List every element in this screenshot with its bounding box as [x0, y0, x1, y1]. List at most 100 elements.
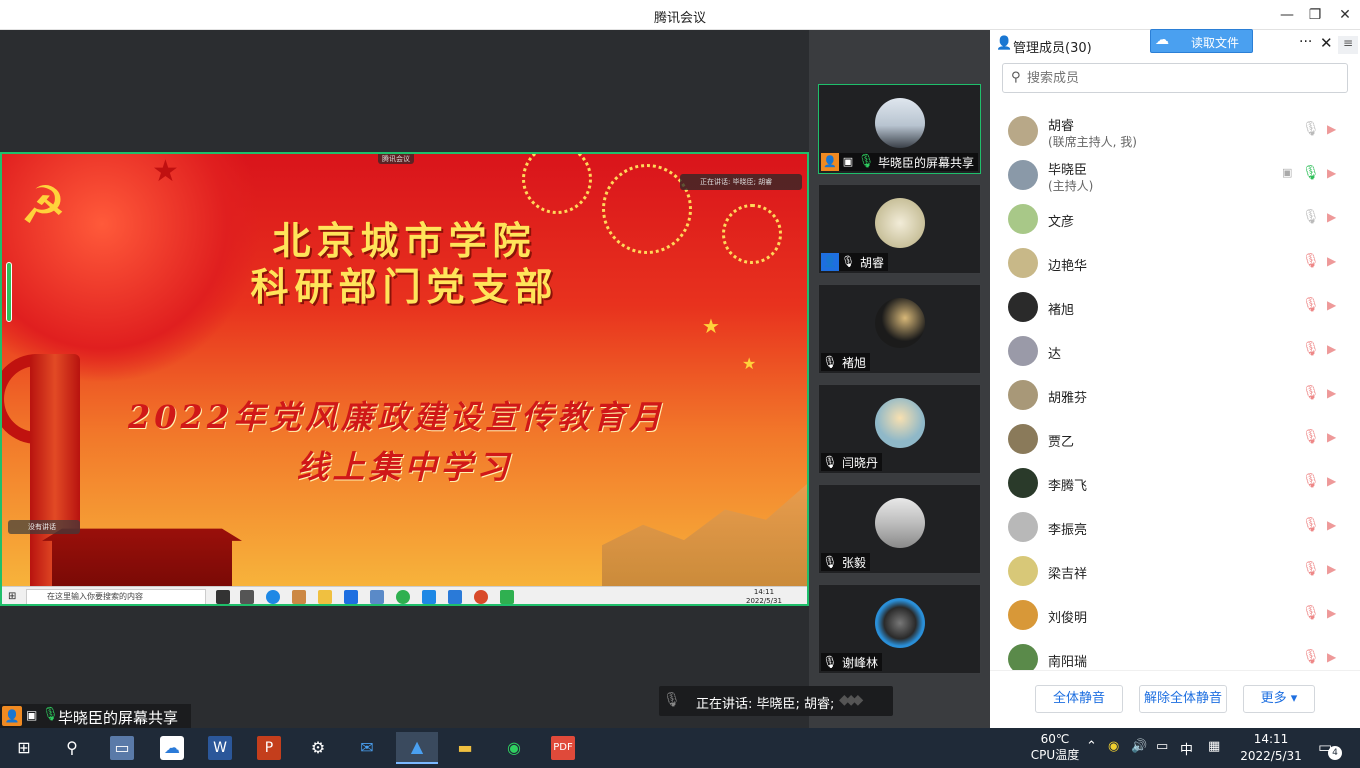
- avatar: [1008, 512, 1038, 542]
- close-button[interactable]: ✕: [1334, 4, 1356, 26]
- member-row[interactable]: 褚旭 🎙 ▶: [990, 286, 1360, 330]
- maximize-button[interactable]: ❐: [1304, 4, 1326, 26]
- member-row[interactable]: 贾乙 🎙 ▶: [990, 418, 1360, 462]
- microphone-muted-icon[interactable]: 🎙: [1302, 429, 1320, 445]
- search-icon[interactable]: ⚲: [60, 736, 84, 760]
- keyboard-icon[interactable]: ▦: [1208, 739, 1220, 754]
- close-panel-button[interactable]: ✕: [1320, 34, 1333, 52]
- microphone-muted-icon[interactable]: 🎙: [1302, 561, 1320, 577]
- app-tray-icon[interactable]: ◉: [1108, 739, 1119, 754]
- powerpoint-icon: [474, 590, 488, 604]
- microphone-muted-icon[interactable]: 🎙: [1302, 605, 1320, 621]
- read-file-button[interactable]: ☁ 读取文件: [1150, 29, 1253, 53]
- microphone-icon[interactable]: 🎙: [1302, 209, 1320, 225]
- microphone-muted-icon[interactable]: 🎙: [1302, 297, 1320, 313]
- app-icon: [422, 590, 436, 604]
- avatar: [1008, 336, 1038, 366]
- network-icon[interactable]: ▭: [1156, 739, 1168, 754]
- screen-share-view[interactable]: ☭ ★ ★ ★ 北京城市学院 科研部门党支部 2022年党风廉政建设宣传教育月 …: [0, 152, 809, 606]
- video-tile[interactable]: 🎙 谢峰林: [818, 584, 981, 674]
- more-button[interactable]: 更多 ▾: [1243, 685, 1315, 713]
- camera-off-icon[interactable]: ▶: [1327, 254, 1336, 268]
- camera-off-icon[interactable]: ▶: [1327, 474, 1336, 488]
- member-search[interactable]: ⚲: [1002, 63, 1348, 93]
- slide-subtitle-line1: 2022年党风廉政建设宣传教育月: [127, 398, 666, 436]
- member-row[interactable]: 南阳瑞 🎙 ▶: [990, 638, 1360, 670]
- camera-off-icon[interactable]: ▶: [1327, 650, 1336, 664]
- video-tile[interactable]: 🎙 褚旭: [818, 284, 981, 374]
- microphone-muted-icon[interactable]: 🎙: [1302, 517, 1320, 533]
- video-tile[interactable]: 👤 🎙 胡睿: [818, 184, 981, 274]
- camera-off-icon[interactable]: ▶: [1327, 562, 1336, 576]
- screen-share-icon: ▣: [26, 708, 38, 722]
- member-row[interactable]: 边艳华 🎙 ▶: [990, 242, 1360, 286]
- user-icon: 👤: [821, 253, 839, 271]
- camera-off-icon[interactable]: ▶: [1327, 166, 1336, 180]
- microphone-muted-icon: 🎙: [822, 355, 838, 369]
- member-row[interactable]: 胡睿 (联席主持人, 我) 🎙 ▶: [990, 110, 1360, 154]
- microphone-muted-icon[interactable]: 🎙: [1302, 649, 1320, 665]
- taskbar-clock[interactable]: 14:11 2022/5/31: [1236, 731, 1306, 765]
- video-tile[interactable]: 🎙 闫晓丹: [818, 384, 981, 474]
- cloud-drive-icon[interactable]: ☁: [160, 736, 184, 760]
- member-row[interactable]: 梁吉祥 🎙 ▶: [990, 550, 1360, 594]
- camera-off-icon[interactable]: ▶: [1327, 298, 1336, 312]
- microphone-muted-icon[interactable]: 🎙: [1302, 385, 1320, 401]
- panel-menu-button[interactable]: ≡: [1338, 36, 1358, 54]
- member-row[interactable]: 李振亮 🎙 ▶: [990, 506, 1360, 550]
- microphone-icon[interactable]: 🎙: [1302, 165, 1320, 181]
- avatar: [1008, 644, 1038, 670]
- share-source-label: 👤 ▣ 🎙 毕晓臣的屏幕共享: [0, 704, 191, 728]
- member-row[interactable]: 毕晓臣 (主持人) ▣ 🎙 ▶: [990, 154, 1360, 198]
- tile-label: 👤 ▣ 🎙 毕晓臣的屏幕共享: [821, 153, 979, 171]
- wechat-icon[interactable]: ◉: [502, 736, 526, 760]
- chevron-up-icon[interactable]: ⌃: [1086, 739, 1097, 754]
- more-options-button[interactable]: ···: [1299, 34, 1312, 50]
- member-row[interactable]: 文彦 🎙 ▶: [990, 198, 1360, 242]
- powerpoint-icon[interactable]: P: [257, 736, 281, 760]
- member-row[interactable]: 胡雅芬 🎙 ▶: [990, 374, 1360, 418]
- mini-meeting-bar: 腾讯会议: [378, 154, 414, 164]
- microphone-muted-icon[interactable]: 🎙: [1302, 253, 1320, 269]
- pdf-icon[interactable]: PDF: [551, 736, 575, 760]
- video-tile[interactable]: 👤 ▣ 🎙 毕晓臣的屏幕共享: [818, 84, 981, 174]
- camera-off-icon[interactable]: ▶: [1327, 386, 1336, 400]
- windows-start-icon[interactable]: ⊞: [12, 736, 36, 760]
- camera-off-icon[interactable]: ▶: [1327, 342, 1336, 356]
- mute-all-button[interactable]: 全体静音: [1035, 685, 1123, 713]
- screen-share-icon: ▣: [1282, 166, 1293, 179]
- mail-icon[interactable]: ✉: [355, 736, 379, 760]
- folder-icon[interactable]: ▬: [453, 736, 477, 760]
- minimize-button[interactable]: —: [1276, 4, 1298, 26]
- video-tile[interactable]: 🎙 张毅: [818, 484, 981, 574]
- camera-off-icon[interactable]: ▶: [1327, 606, 1336, 620]
- volume-icon[interactable]: 🔊: [1131, 739, 1147, 754]
- microphone-muted-icon[interactable]: 🎙: [1302, 473, 1320, 489]
- shared-taskbar: ⊞ 在这里输入你要搜索的内容 14:11 2022/5/31: [2, 586, 807, 604]
- screen-share-icon: ▣: [842, 155, 854, 168]
- participant-avatar: [875, 398, 925, 448]
- word-icon[interactable]: W: [208, 736, 232, 760]
- microphone-muted-icon[interactable]: 🎙: [1302, 341, 1320, 357]
- ime-indicator[interactable]: 中: [1180, 739, 1193, 758]
- member-row[interactable]: 达 🎙 ▶: [990, 330, 1360, 374]
- unmute-all-button[interactable]: 解除全体静音: [1139, 685, 1227, 713]
- settings-gear-icon[interactable]: ⚙: [306, 736, 330, 760]
- computer-icon[interactable]: ▭: [110, 736, 134, 760]
- microphone-muted-icon: 🎙: [822, 655, 838, 669]
- camera-off-icon[interactable]: ▶: [1327, 122, 1336, 136]
- microphone-muted-icon: 🎙: [822, 555, 838, 569]
- folder-icon: [318, 590, 332, 604]
- member-search-input[interactable]: [1027, 69, 1337, 87]
- camera-off-icon[interactable]: ▶: [1327, 210, 1336, 224]
- video-gallery: 👤 ▣ 🎙 毕晓臣的屏幕共享 👤 🎙 胡睿 🎙 褚旭 🎙 闫晓丹 🎙 张毅 🎙 …: [809, 30, 990, 728]
- camera-off-icon[interactable]: ▶: [1327, 430, 1336, 444]
- member-row[interactable]: 刘俊明 🎙 ▶: [990, 594, 1360, 638]
- avatar: [1008, 248, 1038, 278]
- tencent-meeting-icon[interactable]: ▲: [396, 732, 438, 764]
- member-row[interactable]: 李腾飞 🎙 ▶: [990, 462, 1360, 506]
- microphone-icon[interactable]: 🎙: [1302, 121, 1320, 137]
- volume-indicator: [6, 262, 12, 322]
- camera-off-icon[interactable]: ▶: [1327, 518, 1336, 532]
- avatar: [1008, 204, 1038, 234]
